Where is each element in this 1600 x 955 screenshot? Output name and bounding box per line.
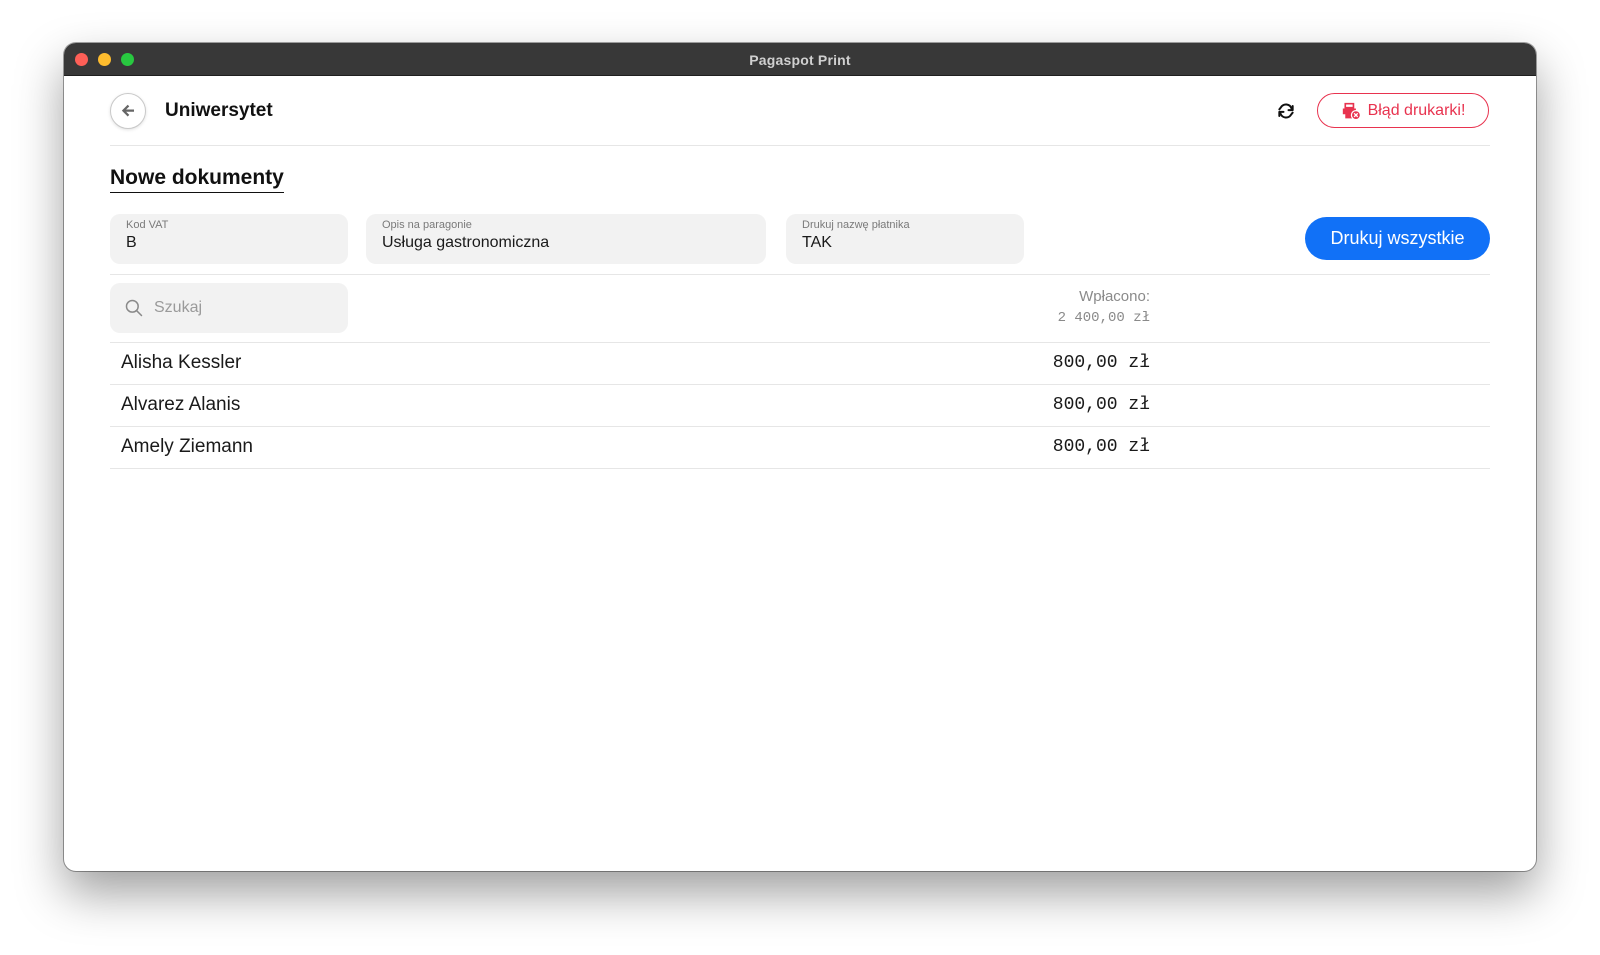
refresh-icon [1278,103,1294,119]
list-item[interactable]: Amely Ziemann 800,00 zł [110,427,1490,469]
back-button[interactable] [110,93,146,129]
filters-divider [110,274,1490,275]
payer-name: Alisha Kessler [121,352,242,373]
print-payer-name-field[interactable]: Drukuj nazwę płatnika TAK [786,214,1024,264]
payment-amount: 800,00 zł [1052,437,1150,457]
paid-label: Wpłacono: [1079,288,1150,305]
print-payer-name-label: Drukuj nazwę płatnika [802,219,910,231]
list-item[interactable]: Alisha Kessler 800,00 zł [110,343,1490,385]
printer-off-icon [1342,102,1361,120]
header-divider [110,145,1490,146]
receipt-description-label: Opis na paragonie [382,219,472,231]
vat-code-field[interactable]: Kod VAT B [110,214,348,264]
payment-amount: 800,00 zł [1052,395,1150,415]
vat-code-label: Kod VAT [126,219,169,231]
app-window: Pagaspot Print Uniwersytet Błąd drukarki… [64,43,1536,871]
search-icon [125,299,143,317]
main-content: Uniwersytet Błąd drukarki! Nowe dokument… [64,76,1536,871]
payer-name: Amely Ziemann [121,436,253,457]
receipt-description-field[interactable]: Opis na paragonie Usługa gastronomiczna [366,214,766,264]
print-payer-name-value: TAK [802,234,832,251]
search-box[interactable] [110,283,348,333]
search-input[interactable] [154,299,324,317]
printer-error-button[interactable]: Błąd drukarki! [1317,93,1489,128]
page-title: Uniwersytet [165,100,273,121]
vat-code-value: B [126,234,137,251]
print-all-button[interactable]: Drukuj wszystkie [1305,217,1490,260]
arrow-left-icon [121,104,134,117]
section-title: Nowe dokumenty [110,166,284,193]
refresh-button[interactable] [1275,100,1297,122]
printer-error-label: Błąd drukarki! [1367,101,1466,119]
receipt-description-value: Usługa gastronomiczna [382,234,550,251]
title-bar: Pagaspot Print [64,43,1536,76]
list-item[interactable]: Alvarez Alanis 800,00 zł [110,385,1490,427]
payer-name: Alvarez Alanis [121,394,241,415]
window-title: Pagaspot Print [749,52,851,68]
paid-total: 2 400,00 zł [1057,310,1150,326]
payment-amount: 800,00 zł [1052,353,1150,373]
